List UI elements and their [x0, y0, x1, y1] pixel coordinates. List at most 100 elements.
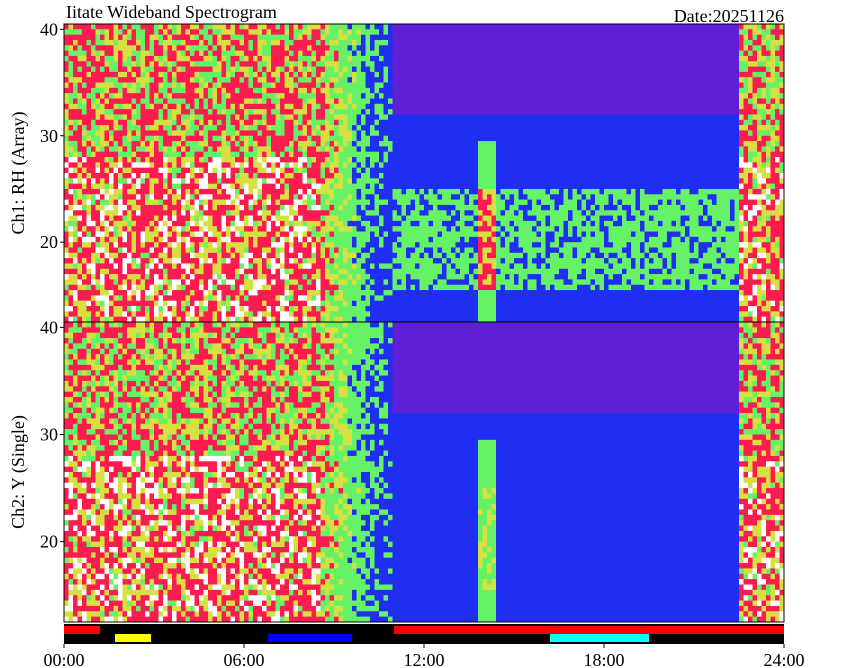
spectrogram-cell	[689, 109, 695, 115]
spectrogram-cell	[604, 125, 609, 131]
spectrogram-cell	[662, 39, 668, 46]
spectrogram-cell	[302, 66, 308, 73]
spectrogram-cell	[617, 178, 623, 184]
spectrogram-cell	[496, 55, 501, 62]
spectrogram-cell	[374, 125, 380, 131]
spectrogram-cell	[613, 55, 618, 62]
spectrogram-cell	[608, 66, 614, 73]
spectrogram-cell	[356, 71, 362, 78]
spectrogram-cell	[581, 45, 587, 51]
spectrogram-cell	[545, 151, 551, 158]
spectrogram-cell	[599, 135, 605, 142]
spectrogram-cell	[73, 135, 78, 142]
spectrogram-cell	[127, 87, 132, 94]
spectrogram-cell	[451, 103, 456, 110]
spectrogram-cell	[271, 87, 276, 94]
spectrogram-cell	[676, 24, 681, 30]
spectrogram-cell	[100, 178, 105, 184]
spectrogram-cell	[500, 87, 506, 94]
spectrogram-cell	[725, 162, 731, 168]
spectrogram-cell	[554, 61, 560, 67]
spectrogram-cell	[703, 24, 708, 30]
spectrogram-cell	[460, 183, 465, 190]
spectrogram-cell	[725, 183, 731, 190]
spectrogram-cell	[212, 77, 218, 83]
spectrogram-cell	[482, 162, 488, 168]
spectrogram-cell	[257, 130, 263, 137]
spectrogram-cell	[667, 173, 672, 179]
spectrogram-cell	[244, 173, 249, 179]
spectrogram-cell	[469, 93, 474, 99]
spectrogram-cell	[554, 119, 560, 126]
spectrogram-cell	[676, 178, 681, 184]
spectrogram-cell	[631, 24, 636, 30]
spectrogram-cell	[649, 24, 654, 30]
spectrogram-cell	[518, 103, 524, 110]
spectrogram-cell	[176, 24, 182, 30]
spectrogram-cell	[536, 29, 542, 35]
spectrogram-cell	[478, 87, 483, 94]
spectrogram-cell	[563, 146, 569, 153]
spectrogram-cell	[626, 125, 632, 131]
spectrogram-cell	[703, 87, 708, 94]
spectrogram-cell	[658, 167, 663, 174]
spectrogram-cell	[64, 119, 69, 126]
spectrogram-cell	[158, 188, 164, 195]
spectrogram-cell	[311, 183, 317, 190]
spectrogram-cell	[680, 71, 686, 78]
spectrogram-cell	[523, 125, 528, 131]
spectrogram-cell	[707, 141, 713, 147]
spectrogram-cell	[127, 188, 132, 195]
spectrogram-cell	[73, 109, 78, 115]
spectrogram-cell	[671, 39, 677, 46]
spectrogram-cell	[401, 34, 407, 41]
spectrogram-cell	[649, 135, 654, 142]
spectrogram-cell	[203, 66, 209, 73]
spectrogram-cell	[365, 141, 371, 147]
spectrogram-cell	[694, 135, 699, 142]
spectrogram-cell	[460, 82, 465, 89]
spectrogram-cell	[365, 162, 371, 168]
spectrogram-cell	[752, 82, 758, 89]
spectrogram-cell	[397, 93, 402, 99]
spectrogram-cell	[761, 141, 767, 147]
spectrogram-cell	[509, 141, 515, 147]
spectrogram-cell	[343, 34, 348, 41]
spectrogram-cell	[127, 167, 132, 174]
spectrogram-cell	[496, 24, 501, 30]
spectrogram-cell	[145, 45, 150, 51]
spectrogram-cell	[140, 45, 146, 51]
spectrogram-cell	[658, 119, 663, 126]
spectrogram-cell	[743, 77, 749, 83]
spectrogram-cell	[496, 98, 501, 105]
spectrogram-cell	[505, 24, 510, 30]
spectrogram-cell	[181, 178, 186, 184]
spectrogram-cell	[761, 50, 767, 57]
spectrogram-cell	[487, 162, 492, 168]
spectrogram-cell	[127, 130, 132, 137]
spectrogram-cell	[590, 114, 596, 121]
spectrogram-cell	[230, 157, 236, 163]
spectrogram-cell	[365, 109, 371, 115]
spectrogram-cell	[190, 82, 195, 89]
spectrogram-cell	[707, 45, 713, 51]
spectrogram-cell	[640, 151, 645, 158]
spectrogram-cell	[257, 29, 263, 35]
spectrogram-cell	[698, 34, 704, 41]
spectrogram-cell	[280, 87, 285, 94]
spectrogram-cell	[397, 39, 402, 46]
spectrogram-cell	[545, 119, 551, 126]
spectrogram-cell	[91, 125, 96, 131]
spectrogram-cell	[190, 45, 195, 51]
spectrogram-cell	[572, 125, 578, 131]
spectrogram-cell	[284, 24, 290, 30]
spectrogram-cell	[640, 66, 645, 73]
spectrogram-cell	[127, 66, 132, 73]
spectrogram-cell	[617, 119, 623, 126]
spectrogram-cell	[703, 162, 708, 168]
spectrogram-cell	[388, 125, 393, 131]
spectrogram-cell	[752, 119, 758, 126]
spectrogram-cell	[302, 50, 308, 57]
spectrogram-cell	[176, 55, 182, 62]
spectrogram-cell	[419, 135, 425, 142]
